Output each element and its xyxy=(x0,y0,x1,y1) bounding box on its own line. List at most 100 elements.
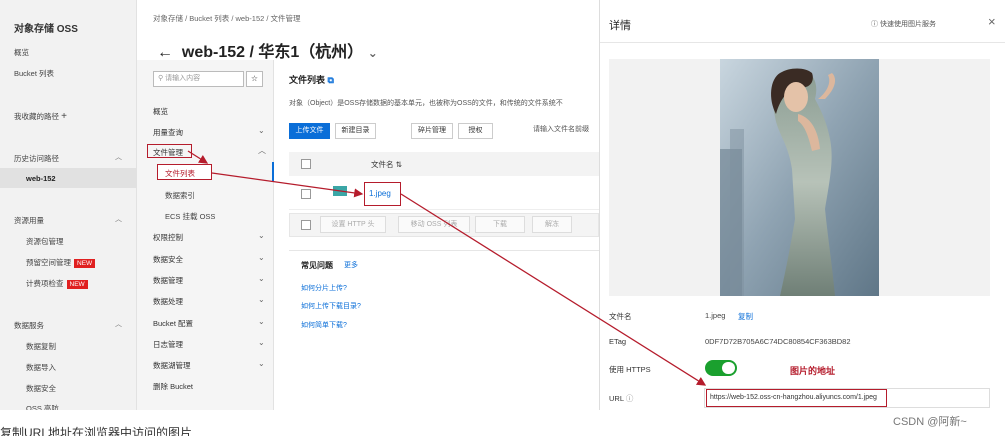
faq-link[interactable]: 如何简单下载? xyxy=(301,320,347,330)
upload-file-button[interactable]: 上传文件 xyxy=(289,123,330,139)
sidebar-item-web-152[interactable]: web-152 xyxy=(26,174,56,183)
search-placeholder: 请输入内容 xyxy=(165,75,201,82)
chevron-down-icon[interactable]: ⌄ xyxy=(258,295,265,304)
page-title: ← web-152 / 华东1（杭州） ⌄ xyxy=(157,38,378,62)
search-input[interactable]: ⚲ 请输入内容 xyxy=(153,71,244,87)
nav-bucket-config[interactable]: Bucket 配置 xyxy=(153,318,193,329)
billing-label: 计费项检查 xyxy=(26,279,64,288)
faq-link[interactable]: 如何分片上传? xyxy=(301,283,347,293)
sidebar-item-bucket-list[interactable]: Bucket 列表 xyxy=(14,68,54,79)
breadcrumb[interactable]: 对象存储 / Bucket 列表 / web-152 / 文件管理 xyxy=(153,13,301,24)
sidebar-item-package[interactable]: 资源包管理 xyxy=(26,236,64,247)
chevron-down-icon[interactable]: ⌄ xyxy=(258,317,265,326)
help-icon: ⓘ xyxy=(871,21,878,28)
chevron-up-icon[interactable]: ︿ xyxy=(115,214,122,224)
sidebar-item-ddos[interactable]: OSS 高防 xyxy=(26,403,59,410)
filename-column-header[interactable]: 文件名 ⇅ xyxy=(371,159,402,170)
set-http-header-button[interactable]: 设置 HTTP 头 xyxy=(320,216,386,233)
info-icon[interactable]: ⧉ xyxy=(328,75,334,85)
unfreeze-button[interactable]: 解冻 xyxy=(532,216,572,233)
bucket-title: web-152 / 华东1（杭州） xyxy=(181,44,364,61)
faq-link[interactable]: 如何上传下载目录? xyxy=(301,301,361,311)
back-arrow-icon[interactable]: ← xyxy=(157,44,173,61)
chevron-down-icon[interactable]: ⌄ xyxy=(258,338,265,347)
move-button[interactable]: 移动 OSS 列表 xyxy=(398,216,470,233)
sidebar xyxy=(0,0,137,410)
image-file-icon xyxy=(333,186,347,196)
sidebar-item-data-service: 数据服务 xyxy=(14,321,44,330)
favorites-label: 我收藏的路径 xyxy=(14,112,59,121)
sidebar-item-reserved[interactable]: 预留空间管理 NEW xyxy=(26,257,96,268)
url-label: URL ⓘ xyxy=(609,393,633,404)
chevron-up-icon[interactable]: ︿ xyxy=(115,319,122,329)
chevron-down-icon[interactable]: ⌄ xyxy=(258,253,265,262)
chevron-down-icon[interactable]: ⌄ xyxy=(258,231,265,240)
chevron-down-icon[interactable]: ⌄ xyxy=(258,126,265,135)
batch-checkbox[interactable] xyxy=(301,220,311,230)
nav-permission[interactable]: 权限控制 xyxy=(153,232,183,243)
nav-data-processing[interactable]: 数据处理 xyxy=(153,296,183,307)
csdn-watermark: CSDN @阿新~ xyxy=(893,416,967,428)
toggle-knob xyxy=(722,362,735,374)
chevron-up-icon[interactable]: ︿ xyxy=(258,145,266,156)
chevron-down-icon[interactable]: ⌄ xyxy=(258,274,265,283)
chevron-up-icon[interactable]: ︿ xyxy=(115,152,122,162)
nav-usage[interactable]: 用量查询 xyxy=(153,127,183,138)
filename-header-text: 文件名 xyxy=(371,160,394,169)
plus-icon[interactable]: + xyxy=(61,111,67,122)
caption-text: 复制URL地址在浏览器中访问的图片 xyxy=(0,426,193,436)
sidebar-item-favorites[interactable]: 我收藏的路径 + xyxy=(14,111,67,122)
nav-log-management[interactable]: 日志管理 xyxy=(153,339,183,350)
authorize-button[interactable]: 授权 xyxy=(458,123,493,139)
select-all-checkbox[interactable] xyxy=(301,159,311,169)
chevron-down-icon[interactable]: ⌄ xyxy=(258,359,265,368)
help-icon[interactable]: ⓘ xyxy=(626,394,634,403)
new-badge: NEW xyxy=(74,259,96,268)
chevron-down-icon[interactable]: ⌄ xyxy=(368,46,378,60)
nav-data-security[interactable]: 数据安全 xyxy=(153,254,183,265)
copy-link[interactable]: 复制 xyxy=(738,311,753,322)
filename-value: 1.jpeg xyxy=(705,311,726,320)
faq-more-link[interactable]: 更多 xyxy=(344,260,358,270)
quick-image-service-link[interactable]: ⓘ 快速使用图片服务 xyxy=(871,19,936,29)
search-icon: ⚲ xyxy=(158,75,164,82)
download-button[interactable]: 下载 xyxy=(475,216,525,233)
nav-data-index[interactable]: 数据索引 xyxy=(165,190,195,201)
url-annotation: 图片的地址 xyxy=(790,367,836,377)
sidebar-item-security[interactable]: 数据安全 xyxy=(26,383,56,394)
new-folder-button[interactable]: 新建目录 xyxy=(335,123,376,139)
nav-overview[interactable]: 概览 xyxy=(153,106,168,117)
row-checkbox[interactable] xyxy=(301,189,311,199)
close-icon[interactable]: × xyxy=(988,14,996,29)
nav-file-management[interactable]: 文件管理 xyxy=(153,147,183,158)
fragment-management-button[interactable]: 碎片管理 xyxy=(411,123,453,139)
filename-label: 文件名 xyxy=(609,312,632,321)
panel-title: 详情 xyxy=(609,20,631,32)
nav-data-lake[interactable]: 数据湖管理 xyxy=(153,360,191,371)
nav-file-list[interactable]: 文件列表 xyxy=(165,168,195,179)
prefix-search-input[interactable]: 请输入文件名前缀 xyxy=(529,123,599,139)
file-list-title-text: 文件列表 xyxy=(289,75,326,85)
new-badge: NEW xyxy=(66,280,88,289)
help-text: 快速使用图片服务 xyxy=(879,21,936,28)
sidebar-item-history: 历史访问路径 xyxy=(14,154,59,163)
nav-ecs-mount[interactable]: ECS 挂载 OSS xyxy=(165,211,215,222)
sidebar-selected-bg xyxy=(0,168,137,188)
url-value[interactable]: https://web-152.oss-cn-hangzhou.aliyuncs… xyxy=(706,389,887,407)
etag-value: 0DF7D72B705A6C74DC80854CF363BD82 xyxy=(705,337,851,346)
sidebar-title: 对象存储 OSS xyxy=(14,24,78,35)
divider xyxy=(600,42,1005,43)
favorite-star-button[interactable]: ☆ xyxy=(246,71,263,87)
sidebar-item-billing[interactable]: 计费项检查 NEW xyxy=(26,278,88,289)
nav-delete-bucket[interactable]: 删除 Bucket xyxy=(153,381,193,392)
sidebar-item-overview[interactable]: 概览 xyxy=(14,47,29,58)
sidebar-item-replication[interactable]: 数据复制 xyxy=(26,341,56,352)
nav-data-management[interactable]: 数据管理 xyxy=(153,275,183,286)
sidebar-item-import[interactable]: 数据导入 xyxy=(26,362,56,373)
file-list-title: 文件列表 ⧉ xyxy=(289,73,334,86)
faq-title: 常见问题 xyxy=(301,261,333,270)
sort-icon[interactable]: ⇅ xyxy=(396,160,402,169)
reserved-label: 预留空间管理 xyxy=(26,258,71,267)
url-label-text: URL xyxy=(609,394,624,403)
file-name-link[interactable]: 1.jpeg xyxy=(369,189,391,198)
